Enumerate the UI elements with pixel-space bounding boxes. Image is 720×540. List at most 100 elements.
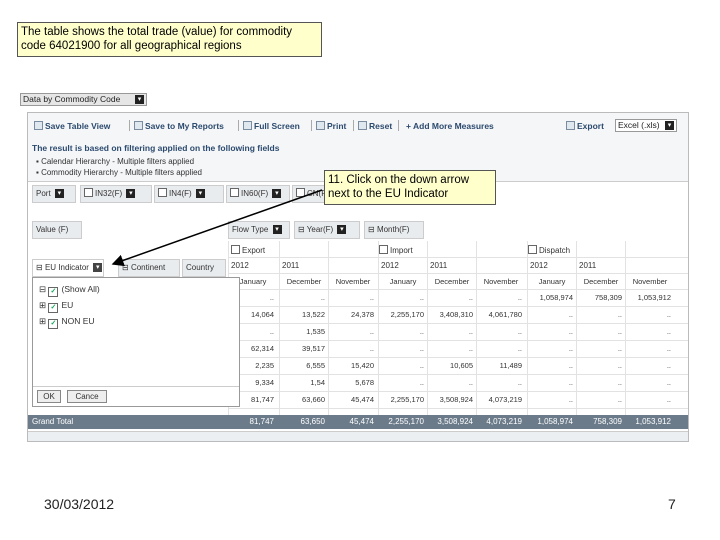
year-header[interactable]: 2012: [231, 261, 249, 270]
table-cell: ..: [419, 378, 424, 387]
table-cell: 4,073,219: [488, 395, 522, 404]
filter-option-eu-label: EU: [61, 300, 74, 310]
table-cell: 1,058,974: [539, 293, 573, 302]
country-label: Country: [186, 263, 215, 272]
print-button[interactable]: Print: [316, 121, 346, 131]
table-cell: ..: [666, 344, 671, 353]
table-cell: ..: [468, 378, 473, 387]
field-in32-label: IN32(F): [95, 189, 123, 198]
year-header[interactable]: 2011: [579, 261, 596, 270]
reset-button[interactable]: Reset: [358, 121, 392, 131]
reset-icon: [358, 121, 367, 130]
report-icon: [134, 121, 143, 130]
flow-header-label: Dispatch: [539, 246, 571, 255]
table-cell: ..: [419, 293, 424, 302]
flow-header-label: Export: [242, 246, 266, 255]
checkbox-checked-icon[interactable]: ✓: [48, 319, 59, 329]
table-cell: 24,378: [351, 310, 374, 319]
checkbox-checked-icon[interactable]: ✓: [48, 303, 59, 313]
month-header: January: [538, 277, 566, 286]
fullscreen-icon: [243, 121, 252, 130]
year-field-button[interactable]: ⊟ Year(F) ▾: [294, 221, 360, 239]
flow-header-dispatch[interactable]: Dispatch: [528, 245, 570, 255]
table-cell: 2,255,170: [390, 395, 424, 404]
save-to-reports-button[interactable]: Save to My Reports: [134, 121, 224, 131]
grid-line: [228, 273, 688, 274]
horizontal-scrollbar[interactable]: [28, 431, 688, 441]
year-label: Year(F): [306, 225, 334, 234]
table-cell: ..: [617, 361, 622, 370]
print-label: Print: [327, 121, 347, 131]
chevron-down-icon: ▾: [54, 189, 64, 199]
full-screen-button[interactable]: Full Screen: [243, 121, 300, 131]
year-header[interactable]: 2012: [381, 261, 399, 270]
save-table-view-button[interactable]: Save Table View: [34, 121, 110, 131]
table-cell: 39,517: [302, 344, 325, 353]
report-selector-label: Data by Commodity Code: [23, 94, 121, 104]
filter-option-non-eu[interactable]: ⊞ ✓ NON EU: [39, 316, 95, 329]
country-field-button[interactable]: Country: [182, 259, 226, 277]
value-label: Value (F): [36, 225, 69, 234]
flow-header-export[interactable]: Export: [231, 245, 265, 255]
table-cell: ..: [666, 310, 671, 319]
checkbox-icon: [231, 245, 240, 254]
filter-option-eu[interactable]: ⊞ ✓ EU: [39, 300, 73, 313]
month-header: November: [632, 277, 668, 286]
step-callout: 11. Click on the down arrow next to the …: [324, 170, 496, 205]
full-screen-label: Full Screen: [254, 121, 300, 131]
table-cell: ..: [517, 344, 522, 353]
row-divider: [228, 391, 688, 392]
page-number: 7: [668, 496, 676, 512]
eu-indicator-filter-panel: ⊟ ✓ (Show All) ⊞ ✓ EU ⊞ ✓ NON EU OK Cance: [32, 277, 240, 407]
export-button[interactable]: Export: [566, 121, 604, 131]
value-field-button[interactable]: Value (F): [32, 221, 82, 239]
flow-type-field-button[interactable]: Flow Type ▾: [228, 221, 290, 239]
field-button-in60[interactable]: IN60(F) ▾: [226, 185, 290, 203]
toolbar-divider: [238, 120, 239, 131]
ok-button[interactable]: OK: [37, 390, 61, 403]
field-button-in4[interactable]: IN4(F) ▾: [154, 185, 224, 203]
field-button-cn[interactable]: CN(F): [292, 185, 329, 203]
flow-header-import[interactable]: Import: [379, 245, 413, 255]
eu-indicator-dropdown-arrow[interactable]: ▾: [93, 263, 103, 273]
export-icon: [566, 121, 575, 130]
flow-type-label: Flow Type: [232, 225, 269, 234]
toolbar-divider: [129, 120, 130, 131]
field-button-in32[interactable]: IN32(F) ▾: [80, 185, 152, 203]
port-label: Port: [36, 189, 51, 198]
expand-icon: ⊟: [368, 225, 375, 234]
report-selector[interactable]: Data by Commodity Code ▾: [20, 93, 147, 106]
grid-line: [228, 289, 688, 290]
table-cell: 45,474: [351, 395, 374, 404]
table-cell: ..: [617, 378, 622, 387]
add-measures-button[interactable]: + Add More Measures: [406, 121, 494, 131]
export-format-select[interactable]: Excel (.xls) ▾: [615, 119, 677, 132]
month-field-button[interactable]: ⊟ Month(F): [364, 221, 424, 239]
table-cell: ..: [666, 361, 671, 370]
cancel-button[interactable]: Cance: [67, 390, 107, 403]
table-cell: 10,605: [450, 361, 473, 370]
table-cell: ..: [517, 327, 522, 336]
toolbar: Save Table View Save to My Reports Full …: [28, 113, 688, 140]
port-field-button[interactable]: Port ▾: [32, 185, 76, 203]
year-header[interactable]: 2011: [282, 261, 299, 270]
grand-total-value: 4,073,219: [486, 417, 522, 426]
filter-option-show-all[interactable]: ⊟ ✓ (Show All): [39, 284, 100, 297]
expand-icon: ⊟: [122, 263, 129, 272]
year-header[interactable]: 2011: [430, 261, 447, 270]
table-cell: ..: [617, 344, 622, 353]
row-divider: [228, 340, 688, 341]
grand-total-label: Grand Total: [32, 417, 74, 426]
checkbox-checked-icon[interactable]: ✓: [48, 287, 59, 297]
eu-indicator-field-button[interactable]: ⊟ EU Indicator ▾: [32, 259, 104, 277]
row-divider: [228, 374, 688, 375]
footer-date: 30/03/2012: [44, 496, 115, 512]
filter-line-commodity-text: Commodity Hierarchy - Multiple filters a…: [41, 168, 203, 177]
continent-field-button[interactable]: ⊟ Continent: [118, 259, 180, 277]
chevron-down-icon: ▾: [272, 189, 282, 199]
chevron-down-icon: ▾: [272, 225, 282, 235]
year-header[interactable]: 2012: [530, 261, 548, 270]
table-cell: ..: [617, 310, 622, 319]
table-cell: ..: [666, 395, 671, 404]
tree-expander-icon: ⊞: [39, 300, 49, 310]
